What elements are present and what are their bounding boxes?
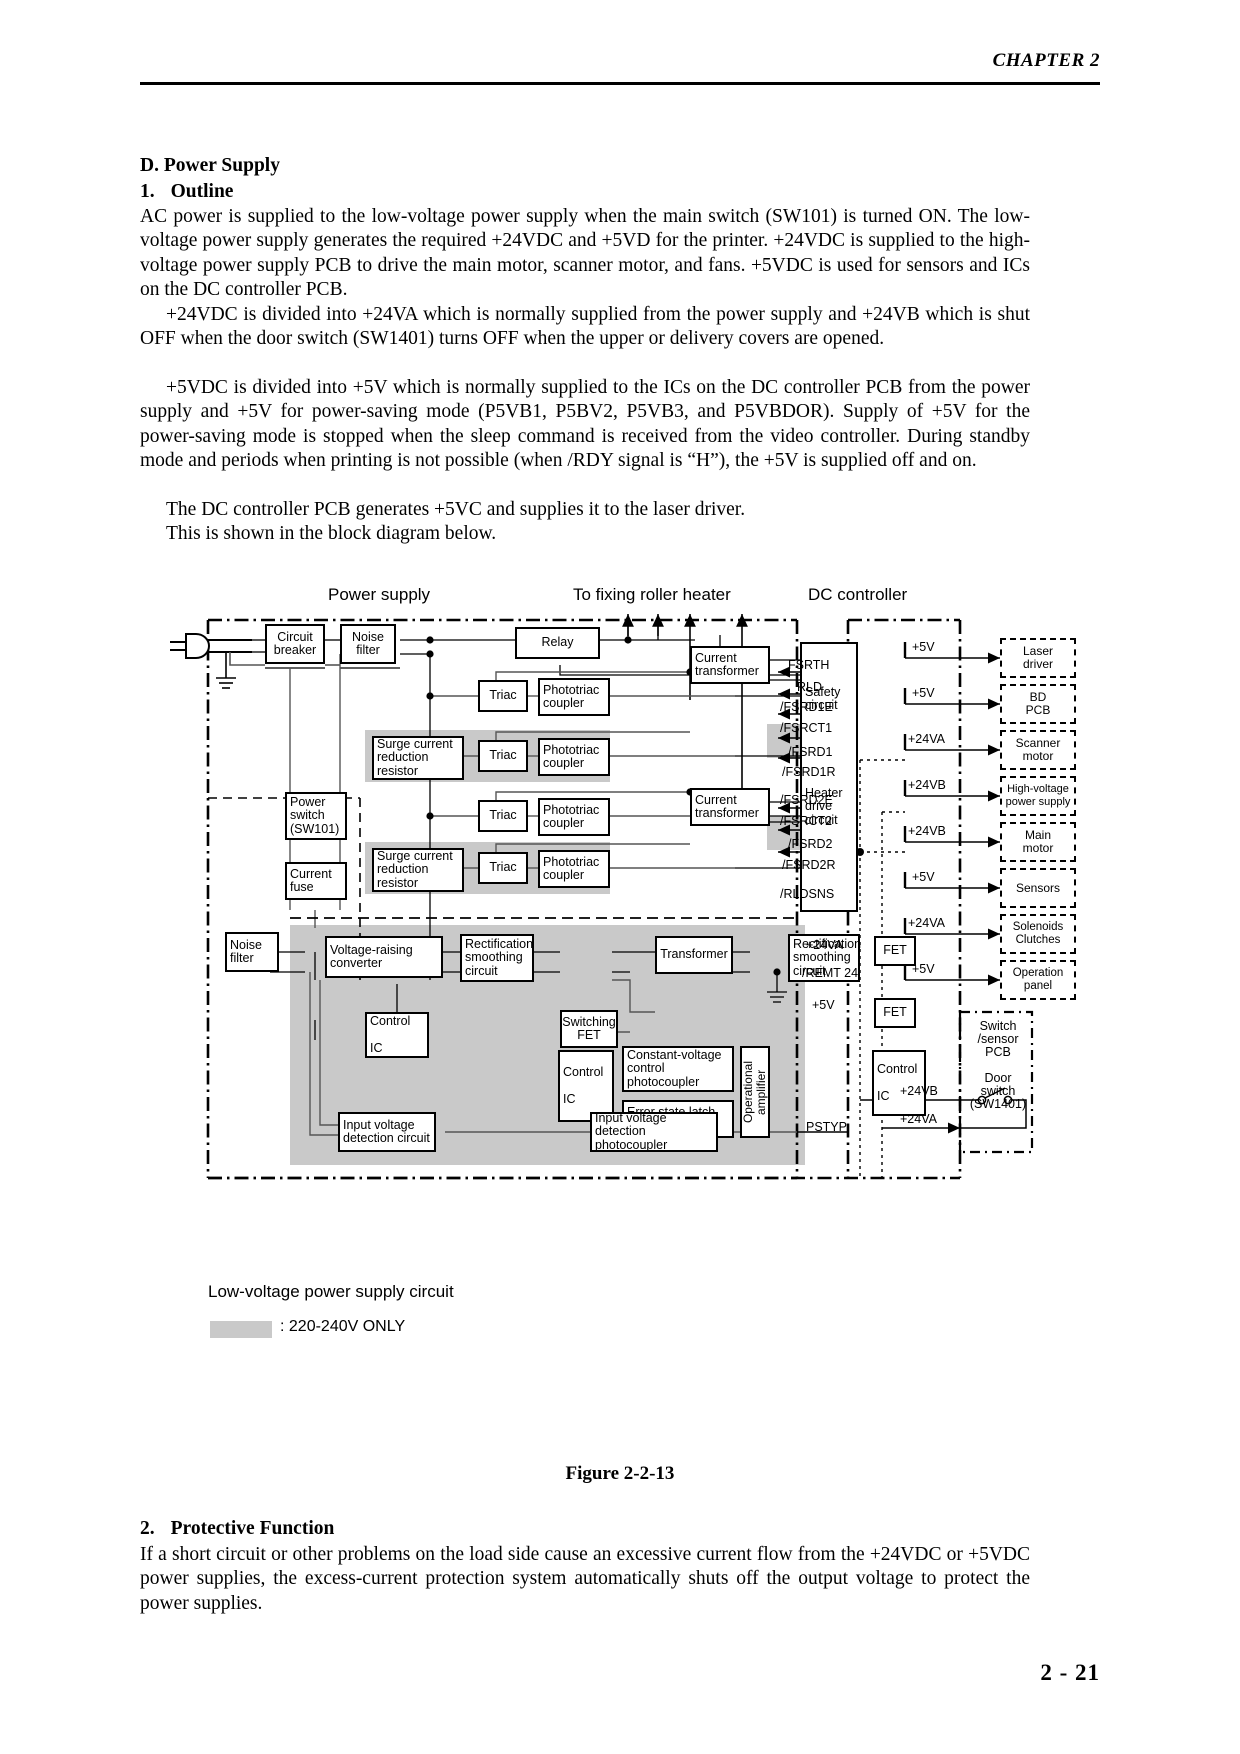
paragraph-2: +24VDC is divided into +24VA which is no… xyxy=(140,304,1030,350)
signal-label-RLD: RLD xyxy=(797,680,823,694)
outline-number: 1. xyxy=(140,181,155,202)
block-current-transformer-2: Current transformer xyxy=(690,788,770,826)
section-d-heading: D. Power Supply xyxy=(140,155,280,177)
figure-caption: Figure 2-2-13 xyxy=(565,1463,675,1484)
block-control-ic-3: Control IC xyxy=(872,1050,926,1116)
signal-label-FSRD2R: /FSRD2R xyxy=(782,858,836,872)
load-main-motor: Main motor xyxy=(1000,822,1076,862)
block-current-transformer-1: Current transformer xyxy=(690,646,770,684)
block-triac-4: Triac xyxy=(478,852,528,884)
block-power-switch: Power switch (SW101) xyxy=(285,792,347,840)
load-bd-pcb: BD PCB xyxy=(1000,684,1076,724)
signal-label-FSRD2: /FSRD2 xyxy=(788,837,833,851)
paragraph-4: The DC controller PCB generates +5VC and… xyxy=(166,499,746,520)
paragraph-5: This is shown in the block diagram below… xyxy=(166,523,497,544)
block-noise-filter-bottom: Noise filter xyxy=(225,932,279,972)
power-supply-block-diagram: Power supply To fixing roller heater DC … xyxy=(160,580,1076,1370)
protective-function-heading: 2. Protective Function xyxy=(140,1518,334,1540)
legend-swatch xyxy=(210,1321,272,1338)
rail-label-24vb-door: +24VB xyxy=(900,1084,938,1098)
block-transformer: Transformer xyxy=(655,936,733,974)
block-control-ic-1: Control IC xyxy=(365,1012,429,1058)
block-input-voltage-detection-circuit: Input voltage detection circuit xyxy=(338,1112,436,1152)
rail-label-24va-door: +24VA xyxy=(900,1112,937,1126)
outline-heading: 1. Outline xyxy=(140,181,233,203)
block-circuit-breaker: Circuit breaker xyxy=(265,624,325,664)
block-triac-3: Triac xyxy=(478,800,528,832)
rail-label-1: +5V xyxy=(912,640,935,654)
label-switch-sensor-pcb: Switch/sensor PCB xyxy=(977,1019,1019,1060)
block-phototriac-coupler-4: Phototriac coupler xyxy=(538,850,610,888)
rail-label-remt24: /REMT 24 xyxy=(802,966,859,980)
block-operational-amplifier: Operational amplifier xyxy=(740,1046,770,1138)
outline-title: Outline xyxy=(170,181,234,202)
block-fet-1: FET xyxy=(874,936,916,966)
legend-text: : 220-240V ONLY xyxy=(280,1318,406,1335)
block-triac-2: Triac xyxy=(478,740,528,772)
block-phototriac-coupler-1: Phototriac coupler xyxy=(538,678,610,716)
page-header-chapter: CHAPTER 2 xyxy=(992,50,1100,71)
block-surge-resistor-2: Surge current reduction resistor xyxy=(372,848,464,892)
paragraph-6: If a short circuit or other problems on … xyxy=(140,1544,1030,1614)
load-solenoids-clutches: Solenoids Clutches xyxy=(1000,914,1076,954)
rail-label-4: +24VB xyxy=(908,778,946,792)
signal-label-FSRD1R: /FSRD1R xyxy=(782,765,836,779)
rail-label-5v-lvps: +5V xyxy=(812,998,835,1012)
header-rule xyxy=(140,82,1100,85)
title-dc-controller: DC controller xyxy=(808,585,908,604)
block-noise-filter-top: Noise filter xyxy=(340,624,396,664)
block-relay: Relay xyxy=(515,627,600,659)
load-sensors: Sensors xyxy=(1000,868,1076,908)
signal-label-FSRCT2: /FSRCT2 xyxy=(780,814,833,828)
block-phototriac-coupler-2: Phototriac coupler xyxy=(538,738,610,776)
signal-label-FSRD2E: /FSRD2E xyxy=(780,793,833,807)
document-page: CHAPTER 2 D. Power Supply 1. Outline AC p… xyxy=(0,0,1240,1754)
block-voltage-raising-converter: Voltage-raising converter xyxy=(325,936,443,978)
signal-label-RLDSNS: /RLDSNS xyxy=(780,887,835,901)
signal-label-FSRD1E: /FSRD1E xyxy=(780,700,833,714)
rail-label-2: +5V xyxy=(912,686,935,700)
load-laser-driver: Laser driver xyxy=(1000,638,1076,678)
rail-label-5: +24VB xyxy=(908,824,946,838)
signal-label-FSRTH: FSRTH xyxy=(788,658,830,672)
rail-label-6: +5V xyxy=(912,870,935,884)
block-constant-voltage-photocoupler: Constant-voltage control photocoupler xyxy=(622,1046,734,1092)
rail-label-3: +24VA xyxy=(908,732,945,746)
rail-label-24va-lvps: +24VA xyxy=(806,938,843,952)
section-d-title: D. Power Supply xyxy=(140,155,280,176)
title-fixing-roller-heater: To fixing roller heater xyxy=(573,585,731,604)
block-input-voltage-detection-photocoupler: Input voltage detection photocoupler xyxy=(590,1111,718,1152)
block-switching-fet: Switching FET xyxy=(560,1010,618,1048)
rail-label-pstyp: PSTYP xyxy=(806,1120,847,1134)
block-rectification-smoothing-1: Rectification smoothing circuit xyxy=(460,934,534,982)
load-operation-panel: Operation panel xyxy=(1000,960,1076,1000)
rail-label-8: +5V xyxy=(912,962,935,976)
paragraph-1: AC power is supplied to the low-voltage … xyxy=(140,206,1030,301)
block-phototriac-coupler-3: Phototriac coupler xyxy=(538,798,610,836)
block-current-fuse: Current fuse xyxy=(285,862,347,900)
title-lvps: Low-voltage power supply circuit xyxy=(208,1282,454,1301)
signal-label-FSRCT1: /FSRCT1 xyxy=(780,721,833,735)
paragraph-3: +5VDC is divided into +5V which is norma… xyxy=(140,377,1030,472)
page-number: 2 - 21 xyxy=(1040,1660,1100,1685)
block-triac-1: Triac xyxy=(478,680,528,712)
block-fet-2: FET xyxy=(874,998,916,1028)
block-surge-resistor-1: Surge current reduction resistor xyxy=(372,736,464,780)
load-scanner-motor: Scanner motor xyxy=(1000,730,1076,770)
load-high-voltage-power-supply: High-voltage power supply xyxy=(1000,776,1076,816)
rail-label-7: +24VA xyxy=(908,916,945,930)
label-door-switch: Door switch (SW1401) xyxy=(969,1071,1027,1112)
protective-number: 2. xyxy=(140,1518,155,1539)
signal-label-FSRD1: /FSRD1 xyxy=(788,745,833,759)
title-power-supply: Power supply xyxy=(328,585,431,604)
protective-title: Protective Function xyxy=(170,1518,335,1539)
